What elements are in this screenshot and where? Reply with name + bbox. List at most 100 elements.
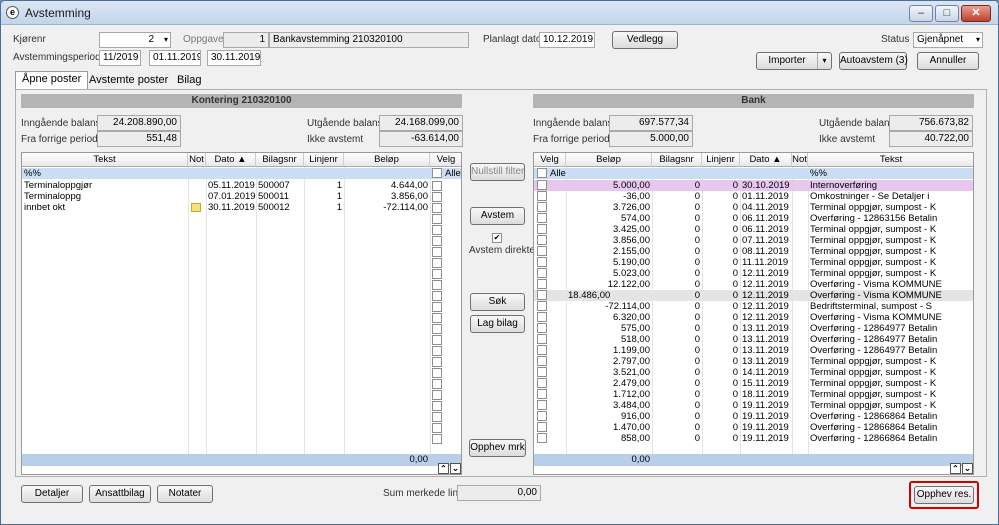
table-row[interactable]: 3.484,00 0 0 19.11.2019 Terminal oppgjør, su… xyxy=(534,400,973,411)
table-row[interactable]: 6.320,00 0 0 12.11.2019 Overføring - Visma K… xyxy=(534,312,973,323)
table-row[interactable]: -72.114,00 0 0 12.11.2019 Bedriftsterminal, … xyxy=(534,301,973,312)
minimize-button[interactable]: – xyxy=(909,5,933,22)
row-checkbox[interactable] xyxy=(432,247,442,257)
tab-bilag[interactable]: Bilag xyxy=(171,73,207,89)
nullstill-filter-button[interactable]: Nullstill filter xyxy=(470,163,525,181)
col-velg[interactable]: Velg xyxy=(534,153,566,167)
row-checkbox[interactable] xyxy=(432,368,442,378)
row-checkbox[interactable] xyxy=(537,257,547,267)
table-row[interactable]: 5.190,00 0 0 11.11.2019 Terminal oppgjør, su… xyxy=(534,257,973,268)
row-checkbox[interactable] xyxy=(432,291,442,301)
row-checkbox[interactable] xyxy=(432,302,442,312)
table-row[interactable]: 858,00 0 0 19.11.2019 Overføring - 12866864 … xyxy=(534,433,973,444)
scroll-up-icon[interactable]: ⌃ xyxy=(950,463,961,474)
row-checkbox[interactable] xyxy=(537,345,547,355)
table-row[interactable]: 3.726,00 0 0 04.11.2019 Terminal oppgjør, su… xyxy=(534,202,973,213)
row-checkbox[interactable] xyxy=(432,434,442,444)
row-checkbox[interactable] xyxy=(432,280,442,290)
table-row[interactable]: 5.023,00 0 0 12.11.2019 Terminal oppgjør, su… xyxy=(534,268,973,279)
row-checkbox[interactable] xyxy=(537,411,547,421)
table-row[interactable]: Terminaloppg 07.01.2019 500011 1 3.856,00 xyxy=(22,191,461,202)
planlagt-date-field[interactable]: 10.12.2019 xyxy=(539,32,595,48)
row-checkbox[interactable] xyxy=(537,224,547,234)
autoavstem-button[interactable]: Autoavstem (3) xyxy=(839,52,908,70)
row-checkbox[interactable] xyxy=(537,213,547,223)
col-linjenr[interactable]: Linjenr xyxy=(304,153,344,167)
row-checkbox[interactable] xyxy=(432,225,442,235)
table-row[interactable]: 18.486,00 0 0 12.11.2019 Overføring - Visma … xyxy=(534,290,973,301)
periode-to-field[interactable]: 30.11.2019 xyxy=(207,50,261,66)
row-checkbox[interactable] xyxy=(537,312,547,322)
col-belop[interactable]: Beløp xyxy=(344,153,430,167)
col-dato[interactable]: Dato ▲ xyxy=(206,153,256,167)
row-checkbox[interactable] xyxy=(432,258,442,268)
table-row[interactable]: 916,00 0 0 19.11.2019 Overføring - 12866864 … xyxy=(534,411,973,422)
scroll-up-icon[interactable]: ⌃ xyxy=(438,463,449,474)
row-checkbox[interactable] xyxy=(537,268,547,278)
detaljer-button[interactable]: Detaljer xyxy=(21,485,83,503)
periode-from-field[interactable]: 01.11.2019 xyxy=(149,50,201,66)
col-bilagsnr[interactable]: Bilagsnr xyxy=(652,153,702,167)
table-row[interactable]: 12.122,00 0 0 12.11.2019 Overføring - Visma … xyxy=(534,279,973,290)
table-row[interactable]: 2.479,00 0 0 15.11.2019 Terminal oppgjør, su… xyxy=(534,378,973,389)
row-checkbox[interactable] xyxy=(537,389,547,399)
row-checkbox[interactable] xyxy=(537,235,547,245)
row-checkbox[interactable] xyxy=(432,335,442,345)
opphev-mrk-button[interactable]: Opphev mrk xyxy=(469,439,526,457)
avstem-button[interactable]: Avstem xyxy=(470,207,525,225)
col-dato[interactable]: Dato ▲ xyxy=(740,153,792,167)
row-checkbox[interactable] xyxy=(537,422,547,432)
lag-bilag-button[interactable]: Lag bilag xyxy=(470,315,525,333)
tab-apne-poster[interactable]: Åpne poster xyxy=(15,71,89,90)
left-filter-input[interactable]: %% xyxy=(22,168,188,179)
notater-button[interactable]: Notater xyxy=(157,485,213,503)
row-checkbox[interactable] xyxy=(432,357,442,367)
sok-button[interactable]: Søk xyxy=(470,293,525,311)
close-button[interactable]: ✕ xyxy=(961,5,991,22)
row-checkbox[interactable] xyxy=(537,323,547,333)
row-checkbox[interactable] xyxy=(432,269,442,279)
row-checkbox[interactable] xyxy=(432,214,442,224)
scroll-down-icon[interactable]: ⌄ xyxy=(962,463,973,474)
table-row[interactable]: -36,00 0 0 01.11.2019 Omkostninger - Se Deta… xyxy=(534,191,973,202)
row-checkbox[interactable] xyxy=(537,290,547,300)
col-not[interactable]: Not xyxy=(792,153,808,167)
col-belop[interactable]: Beløp xyxy=(566,153,652,167)
row-checkbox[interactable] xyxy=(537,378,547,388)
tab-avstemte-poster[interactable]: Avstemte poster xyxy=(83,73,174,89)
maximize-button[interactable]: □ xyxy=(935,5,959,22)
row-checkbox[interactable] xyxy=(432,192,442,202)
ansattbilag-button[interactable]: Ansattbilag xyxy=(89,485,151,503)
select-all-checkbox[interactable] xyxy=(432,168,442,178)
avstem-direkte-checkbox[interactable]: ✔ xyxy=(492,233,502,243)
table-row[interactable]: 2.155,00 0 0 08.11.2019 Terminal oppgjør, su… xyxy=(534,246,973,257)
row-checkbox[interactable] xyxy=(537,180,547,190)
scroll-down-icon[interactable]: ⌄ xyxy=(450,463,461,474)
row-checkbox[interactable] xyxy=(537,279,547,289)
note-icon[interactable] xyxy=(191,203,201,212)
table-row[interactable]: 3.856,00 0 0 07.11.2019 Terminal oppgjør, su… xyxy=(534,235,973,246)
row-checkbox[interactable] xyxy=(537,400,547,410)
row-checkbox[interactable] xyxy=(432,203,442,213)
table-row[interactable]: 518,00 0 0 13.11.2019 Overføring - 12864977 … xyxy=(534,334,973,345)
row-checkbox[interactable] xyxy=(432,423,442,433)
table-row[interactable]: 1.712,00 0 0 18.11.2019 Terminal oppgjør, su… xyxy=(534,389,973,400)
vedlegg-button[interactable]: Vedlegg xyxy=(612,31,678,49)
table-row[interactable]: 5.000,00 0 0 30.10.2019 Internoverføring xyxy=(534,180,973,191)
importer-button[interactable]: Importer ▾ xyxy=(756,52,832,70)
row-checkbox[interactable] xyxy=(537,301,547,311)
col-linjenr[interactable]: Linjenr xyxy=(702,153,740,167)
row-checkbox[interactable] xyxy=(537,367,547,377)
row-checkbox[interactable] xyxy=(537,246,547,256)
col-not[interactable]: Not xyxy=(188,153,206,167)
row-checkbox[interactable] xyxy=(432,390,442,400)
row-checkbox[interactable] xyxy=(432,313,442,323)
col-tekst[interactable]: Tekst xyxy=(22,153,188,167)
table-row[interactable]: Terminaloppgjør 05.11.2019 500007 1 4.644,00 xyxy=(22,180,461,191)
row-checkbox[interactable] xyxy=(432,401,442,411)
row-checkbox[interactable] xyxy=(432,236,442,246)
row-checkbox[interactable] xyxy=(537,356,547,366)
status-select[interactable]: Gjenåpnet ▾ xyxy=(913,32,983,48)
table-row[interactable]: 3.425,00 0 0 06.11.2019 Terminal oppgjør, su… xyxy=(534,224,973,235)
table-row[interactable]: 2.797,00 0 0 13.11.2019 Terminal oppgjør, su… xyxy=(534,356,973,367)
